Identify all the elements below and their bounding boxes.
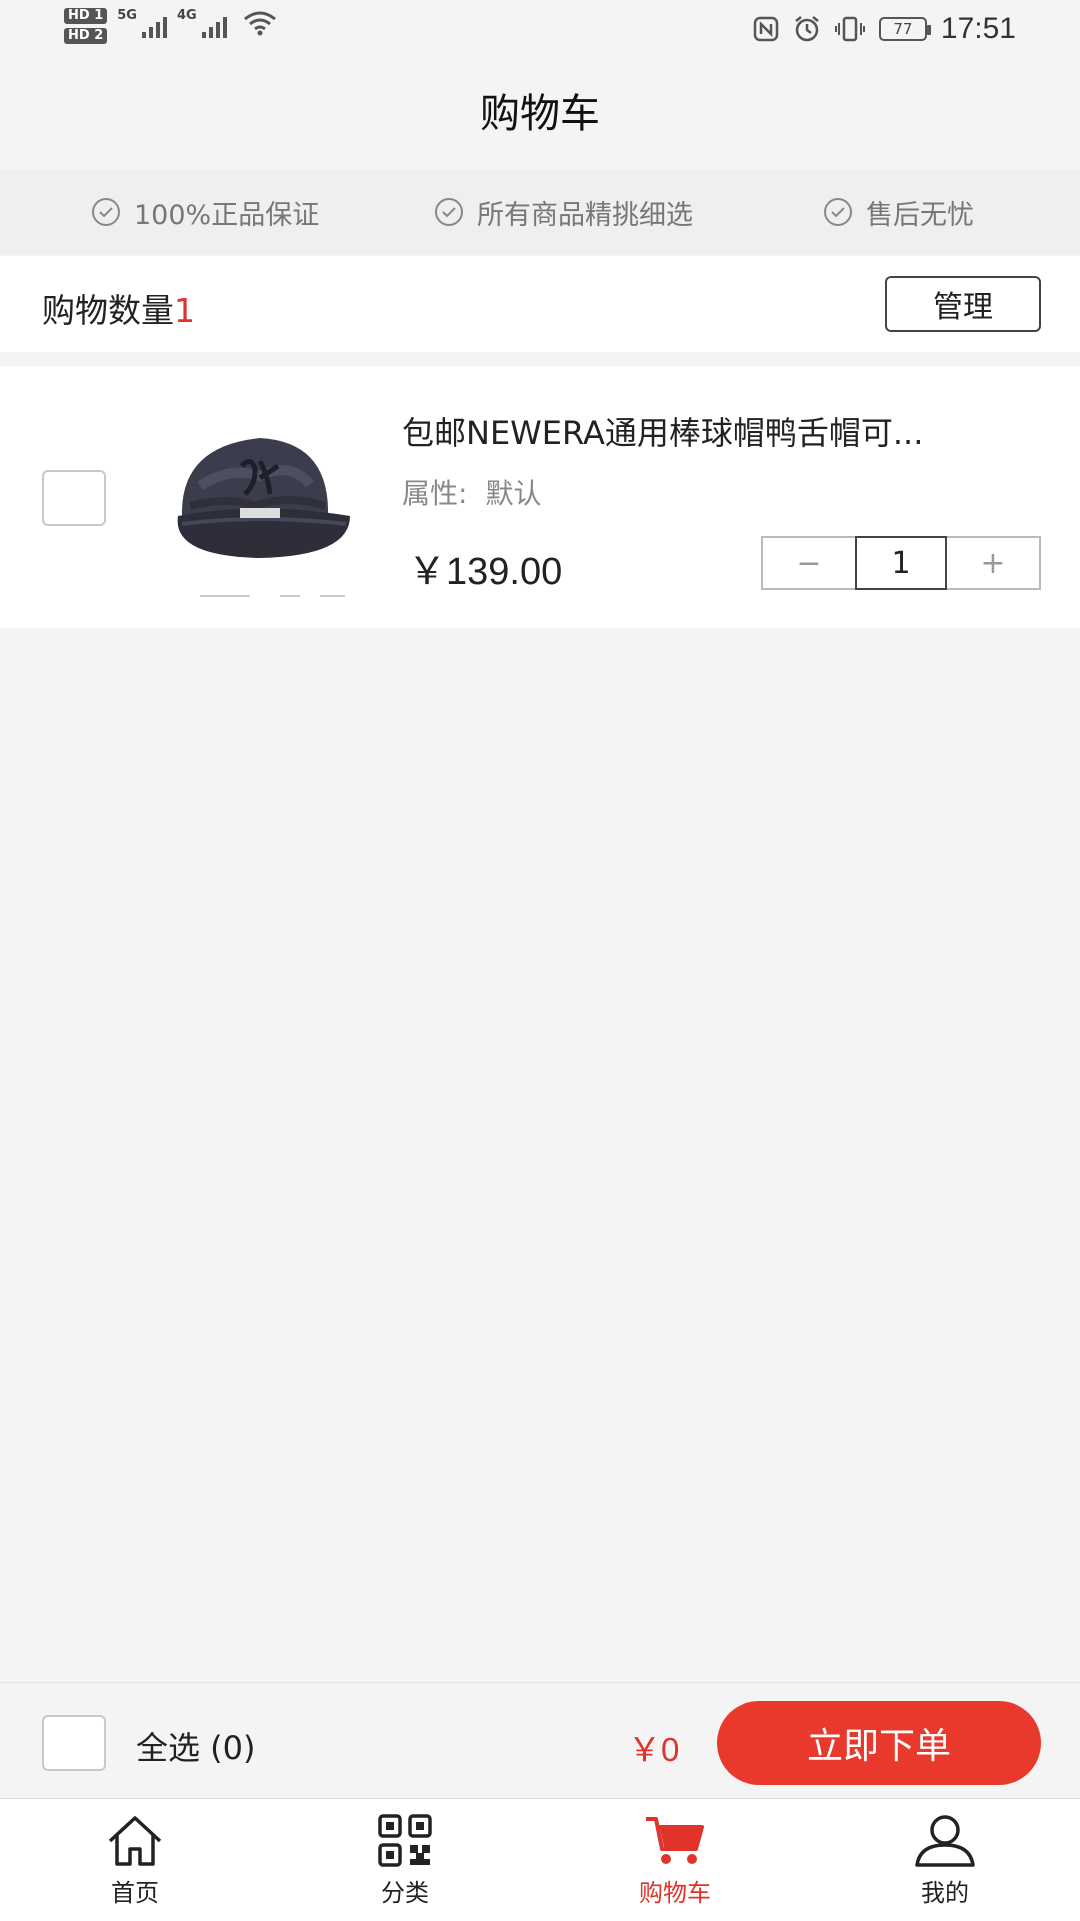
wifi-icon — [243, 11, 276, 36]
guarantee-label: 售后无忧 — [866, 199, 974, 231]
guarantee-item: 100%正品保证 — [92, 193, 319, 232]
page-header: 购物车 — [0, 60, 1080, 160]
signal-5g-icon: 5G — [117, 8, 167, 38]
quantity-value[interactable]: 1 — [855, 536, 947, 590]
product-image[interactable] — [160, 406, 360, 606]
guarantee-item: 所有商品精挑细选 — [435, 193, 693, 232]
check-circle-icon — [435, 198, 463, 226]
checkout-bar: 全选 (0) ￥0 立即下单 — [0, 1682, 1080, 1799]
tab-label: 分类 — [381, 1879, 429, 1907]
item-attr-label: 属性: — [402, 477, 468, 510]
hd2-badge: HD 2 — [64, 28, 108, 44]
place-order-button[interactable]: 立即下单 — [717, 1701, 1041, 1785]
home-icon — [108, 1816, 162, 1866]
item-price: ￥139.00 — [408, 551, 563, 593]
bottom-tab-bar: 首页 分类 购物车 我的 — [0, 1798, 1080, 1921]
cart-item: 包邮NEWERA通用棒球帽鸭舌帽可... 属性: 默认 ￥139.00 − 1 + — [0, 366, 1080, 628]
quantity-stepper: − 1 + — [761, 536, 1041, 590]
battery-level: 77 — [893, 20, 913, 38]
tab-label: 我的 — [921, 1879, 969, 1907]
check-circle-icon — [92, 198, 120, 226]
check-circle-icon — [824, 198, 852, 226]
tab-home[interactable]: 首页 — [0, 1799, 270, 1921]
quantity-decrement-button[interactable]: − — [763, 538, 855, 588]
item-title[interactable]: 包邮NEWERA通用棒球帽鸭舌帽可... — [402, 408, 1032, 454]
qrcode-icon — [378, 1814, 432, 1867]
status-right: 77 17:51 — [753, 12, 1016, 46]
tab-category[interactable]: 分类 — [270, 1799, 540, 1921]
status-bar: HD 1 HD 2 5G 4G 77 17:51 — [0, 0, 1080, 60]
page-title: 购物车 — [480, 91, 600, 137]
cart-icon — [646, 1817, 704, 1864]
select-all-checkbox[interactable] — [42, 1715, 106, 1771]
alarm-icon — [795, 16, 819, 42]
select-all-label[interactable]: 全选 (0) — [136, 1723, 256, 1769]
net-type-4g: 4G — [176, 8, 197, 23]
tab-profile[interactable]: 我的 — [810, 1799, 1080, 1921]
status-time: 17:51 — [940, 12, 1016, 45]
tab-label: 首页 — [111, 1879, 159, 1907]
guarantee-bar: 100%正品保证 所有商品精挑细选 售后无忧 — [0, 170, 1080, 254]
total-price: ￥0 — [628, 1731, 680, 1768]
tab-label: 购物车 — [639, 1879, 711, 1907]
cart-count-label: 购物数量 — [42, 291, 174, 330]
item-attributes: 属性: 默认 — [402, 472, 541, 512]
manage-button[interactable]: 管理 — [885, 276, 1041, 332]
status-left: HD 1 HD 2 5G 4G — [64, 8, 277, 44]
vibrate-icon — [834, 16, 865, 42]
guarantee-item: 售后无忧 — [824, 193, 974, 232]
nfc-icon — [753, 16, 779, 42]
cart-count-bar: 购物数量1 管理 — [0, 256, 1080, 352]
quantity-increment-button[interactable]: + — [947, 538, 1039, 588]
cart-count-number: 1 — [174, 291, 195, 330]
hd1-badge: HD 1 — [64, 8, 108, 24]
tab-cart[interactable]: 购物车 — [540, 1799, 810, 1921]
guarantee-label: 100%正品保证 — [134, 199, 320, 231]
net-type-5g: 5G — [117, 8, 137, 23]
hd-indicators: HD 1 HD 2 — [64, 8, 108, 44]
guarantee-label: 所有商品精挑细选 — [477, 199, 693, 231]
user-icon — [915, 1815, 975, 1867]
item-attr-value: 默认 — [485, 477, 542, 510]
signal-4g-icon: 4G — [177, 8, 227, 38]
item-checkbox[interactable] — [42, 470, 106, 526]
cart-count: 购物数量1 — [42, 284, 195, 332]
battery-icon: 77 — [878, 17, 931, 41]
